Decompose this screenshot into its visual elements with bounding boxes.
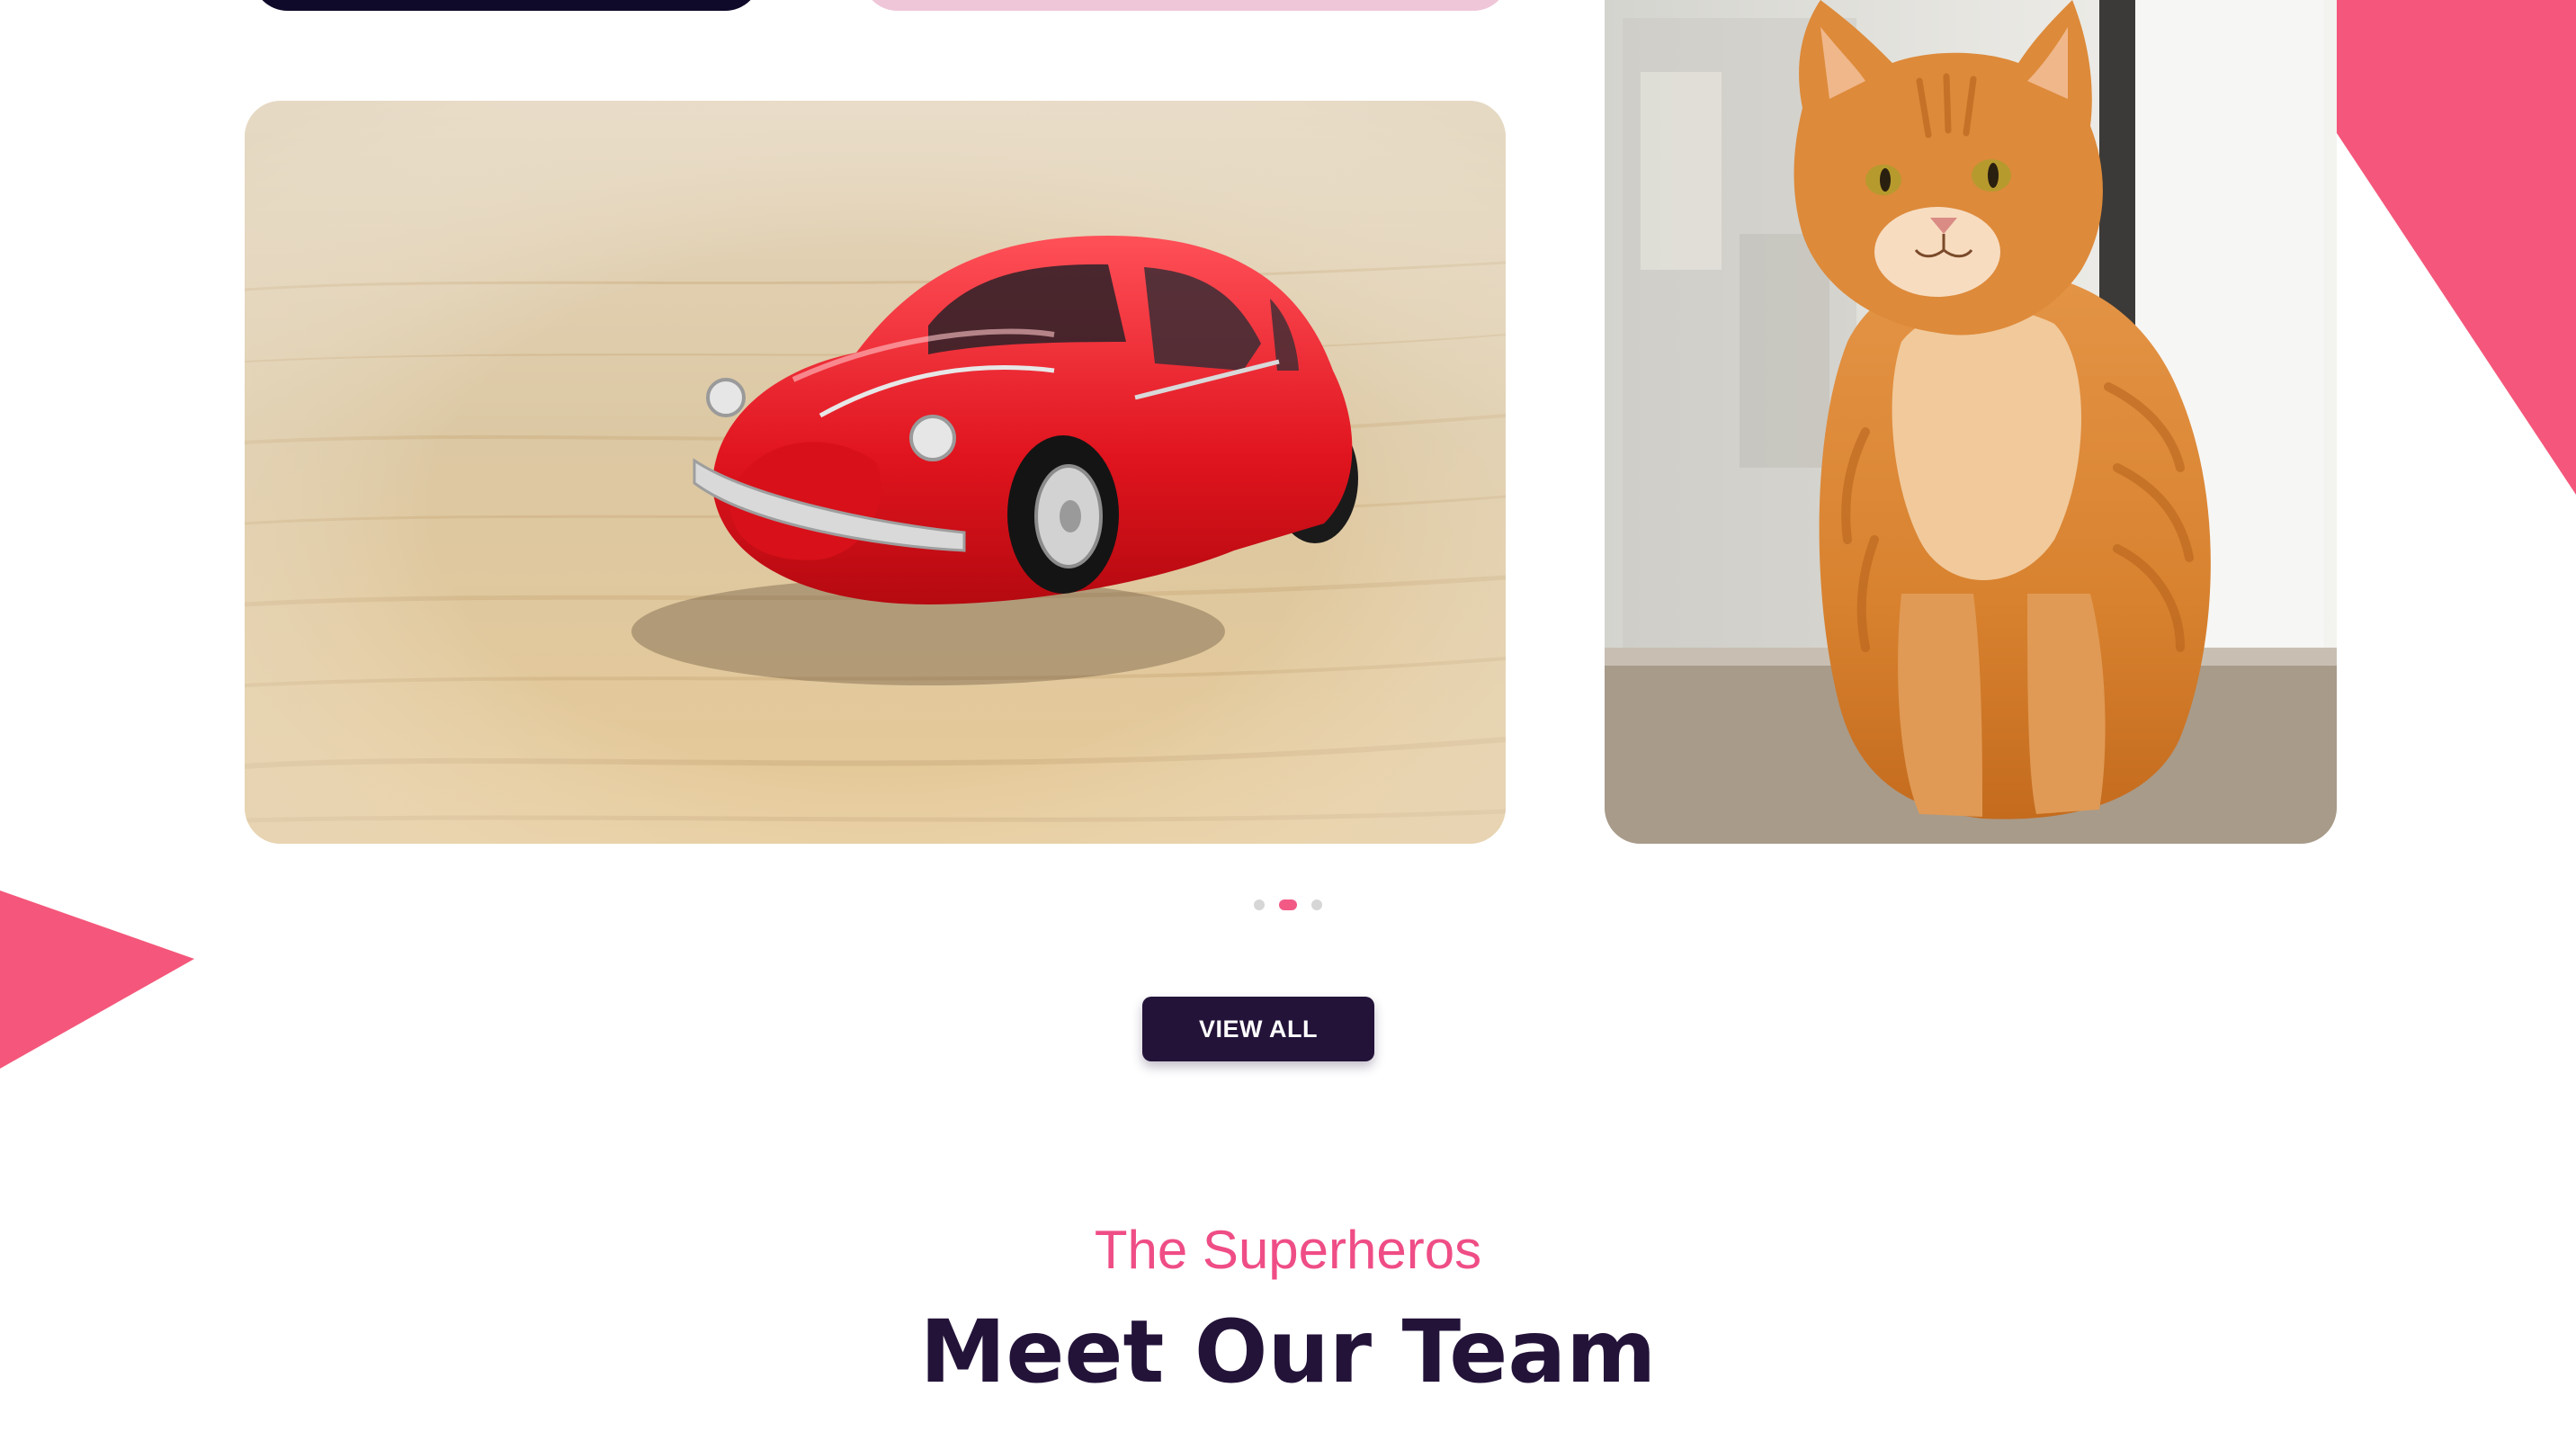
team-section-title: Meet Our Team [919, 1302, 1657, 1402]
decorative-triangle-left [0, 891, 194, 1069]
carousel-dot-1[interactable] [1254, 899, 1265, 910]
top-pill-button-dark[interactable] [252, 0, 761, 11]
decorative-triangle-right [2337, 0, 2576, 495]
view-all-button[interactable]: VIEW ALL [1142, 997, 1374, 1061]
gallery-image-red-toy-car[interactable] [245, 101, 1506, 844]
carousel-dot-2-active[interactable] [1279, 899, 1297, 910]
top-pill-button-pink[interactable] [862, 0, 1509, 11]
carousel-pagination [0, 899, 2576, 910]
team-section-subtitle: The Superheros [1094, 1220, 1482, 1280]
gallery-image-orange-tabby-cat[interactable] [1605, 0, 2337, 844]
carousel-dot-3[interactable] [1311, 899, 1322, 910]
